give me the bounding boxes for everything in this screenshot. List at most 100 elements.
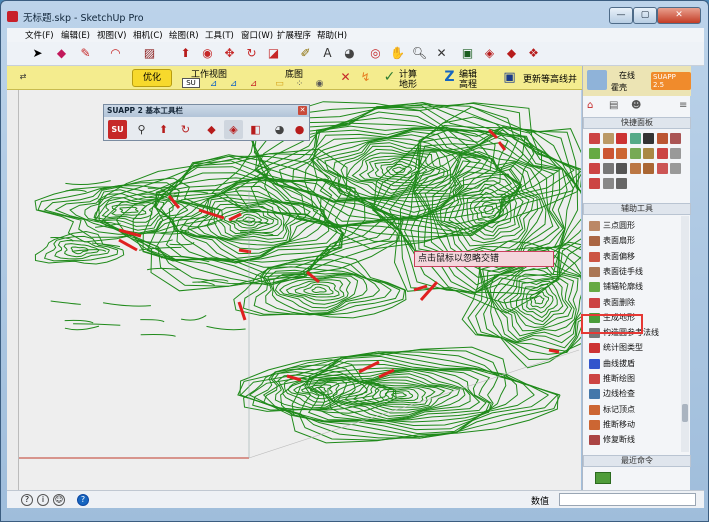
eye-icon[interactable]: ◉	[311, 76, 328, 89]
user-status-icon[interactable]: ☺	[53, 494, 65, 506]
quick-tool-icon[interactable]	[602, 178, 614, 189]
quick-tool-icon[interactable]	[602, 133, 614, 144]
menu-lines-icon[interactable]: ≡	[679, 100, 687, 111]
rectangle-icon[interactable]: ▨	[141, 45, 158, 62]
quick-tool-icon[interactable]	[616, 163, 627, 174]
check-icon[interactable]: ✓	[381, 69, 398, 86]
tool-item[interactable]: 推断移动	[587, 418, 683, 432]
layout-icon[interactable]: ◆	[503, 45, 520, 62]
pencil-icon[interactable]: ✎	[77, 45, 94, 62]
tool-item[interactable]: 表面扇形	[587, 234, 683, 248]
text-tool-icon[interactable]: A	[319, 45, 336, 62]
menu-view[interactable]: 视图(V)	[97, 29, 126, 41]
paint-tool-icon[interactable]: ◧	[246, 120, 265, 139]
quick-tool-icon[interactable]	[616, 133, 627, 144]
quick-tool-icon[interactable]	[643, 133, 654, 144]
quick-tool-icon[interactable]	[670, 148, 681, 159]
component-icon[interactable]: ◆	[202, 120, 221, 139]
quick-tool-icon[interactable]	[643, 148, 654, 159]
push-pull-icon[interactable]: ⬆	[177, 45, 194, 62]
quick-tool-icon[interactable]	[670, 163, 681, 174]
tool-item[interactable]: 统计图类型	[587, 341, 683, 355]
tool-item[interactable]: 表面偏移	[587, 250, 683, 264]
push-tool-icon[interactable]: ⬆	[154, 120, 173, 139]
offset-icon[interactable]: ◉	[199, 45, 216, 62]
move-icon[interactable]: ✥	[221, 45, 238, 62]
person-icon[interactable]: ☻	[631, 100, 641, 111]
quick-tool-icon[interactable]	[670, 133, 681, 144]
quick-tool-icon[interactable]	[616, 178, 627, 189]
tool-item[interactable]: 三点圆形	[587, 219, 683, 233]
select-arrow-icon[interactable]: ➤	[29, 45, 46, 62]
quick-tool-icon[interactable]	[589, 163, 600, 174]
tool-item[interactable]: 推断绘图	[587, 372, 683, 386]
pan-icon[interactable]: ✋	[389, 45, 406, 62]
minimize-button[interactable]: —	[609, 7, 633, 24]
warehouse-icon[interactable]: ▣	[459, 45, 476, 62]
optimize-button[interactable]: 优化	[132, 69, 172, 87]
quick-tool-icon[interactable]	[656, 133, 668, 144]
menu-camera[interactable]: 相机(C)	[133, 29, 163, 41]
edit-elevation-label-2[interactable]: 高程	[459, 77, 477, 90]
share-icon[interactable]: ❖	[525, 45, 542, 62]
z-axis-icon[interactable]: Z	[441, 69, 458, 86]
quick-tool-icon[interactable]	[629, 148, 641, 159]
menu-edit[interactable]: 编辑(E)	[61, 29, 90, 41]
measurement-input[interactable]	[559, 493, 696, 506]
recent-header[interactable]: 最近命令	[583, 455, 691, 467]
menu-extensions[interactable]: 扩展程序	[277, 29, 311, 41]
su-view-button[interactable]: SU	[182, 78, 200, 88]
rotate-tool-icon[interactable]: ↻	[176, 120, 195, 139]
drawing-canvas[interactable]	[19, 90, 581, 490]
arc-icon[interactable]: ◠	[107, 45, 124, 62]
tool-item[interactable]: 修复断线	[587, 433, 683, 447]
tool-item[interactable]: 表面删除	[587, 296, 683, 310]
quick-tool-icon[interactable]	[616, 148, 627, 159]
slice-tool-icon[interactable]: ◈	[224, 120, 243, 139]
menu-draw[interactable]: 绘图(R)	[169, 29, 199, 41]
compute-label-2[interactable]: 地形	[399, 77, 417, 90]
view-icon-1[interactable]: ⊿	[205, 76, 222, 89]
quick-tool-icon[interactable]	[589, 178, 600, 189]
menu-help[interactable]: 帮助(H)	[317, 29, 347, 41]
info-icon[interactable]: i	[37, 494, 49, 506]
paint-bucket-icon[interactable]: ◕	[341, 45, 358, 62]
scale-icon[interactable]: ◪	[265, 45, 282, 62]
tool-list-scrollbar[interactable]	[681, 216, 689, 452]
update-contours-label[interactable]: 更新等高线并	[523, 72, 581, 85]
zoom-icon[interactable]: 🔍︎	[411, 45, 428, 62]
material-icon[interactable]: ◕	[270, 120, 289, 139]
quick-tool-icon[interactable]	[589, 148, 600, 159]
extension-warehouse-icon[interactable]: ◈	[481, 45, 498, 62]
magnify-icon[interactable]: ⚲	[132, 120, 151, 139]
list-icon[interactable]: ▤	[609, 100, 618, 111]
tool-item[interactable]: 曲线拔盾	[587, 357, 683, 371]
quick-tool-icon[interactable]	[656, 148, 668, 159]
quick-tool-icon[interactable]	[629, 163, 641, 174]
help-icon[interactable]: ?	[77, 494, 89, 506]
quick-panel-header[interactable]: 快捷面板	[583, 117, 691, 129]
view-icon-3[interactable]: ⊿	[245, 76, 262, 89]
quick-tool-icon[interactable]	[589, 133, 600, 144]
home-icon[interactable]: ⌂	[587, 100, 593, 111]
folder-icon[interactable]: ▭	[271, 76, 288, 89]
cross-tool-icon[interactable]: ✕	[337, 69, 354, 86]
menu-tools[interactable]: 工具(T)	[205, 29, 234, 41]
suapp-close-icon[interactable]: ✕	[298, 106, 307, 115]
rotate-icon[interactable]: ↻	[243, 45, 260, 62]
aux-tools-header[interactable]: 辅助工具	[583, 203, 691, 215]
zoom-extents-icon[interactable]: ✕	[433, 45, 450, 62]
quick-tool-icon[interactable]	[643, 163, 654, 174]
sphere-icon[interactable]: ●	[290, 120, 309, 139]
quick-tool-icon[interactable]	[656, 163, 668, 174]
eraser-icon[interactable]: ◆	[53, 45, 70, 62]
tape-measure-icon[interactable]: ✐	[297, 45, 314, 62]
suapp-brand-badge[interactable]: SUAPP 2.5	[651, 72, 691, 90]
recent-terrain-icon[interactable]	[595, 472, 611, 484]
orbit-icon[interactable]: ◎	[367, 45, 384, 62]
maximize-button[interactable]: ▢	[633, 7, 657, 24]
geo-location-icon[interactable]: ?	[21, 494, 33, 506]
quick-tool-icon[interactable]	[629, 133, 641, 144]
tool-item[interactable]: 边线检查	[587, 387, 683, 401]
tool-item[interactable]: 表面徒手线	[587, 265, 683, 279]
